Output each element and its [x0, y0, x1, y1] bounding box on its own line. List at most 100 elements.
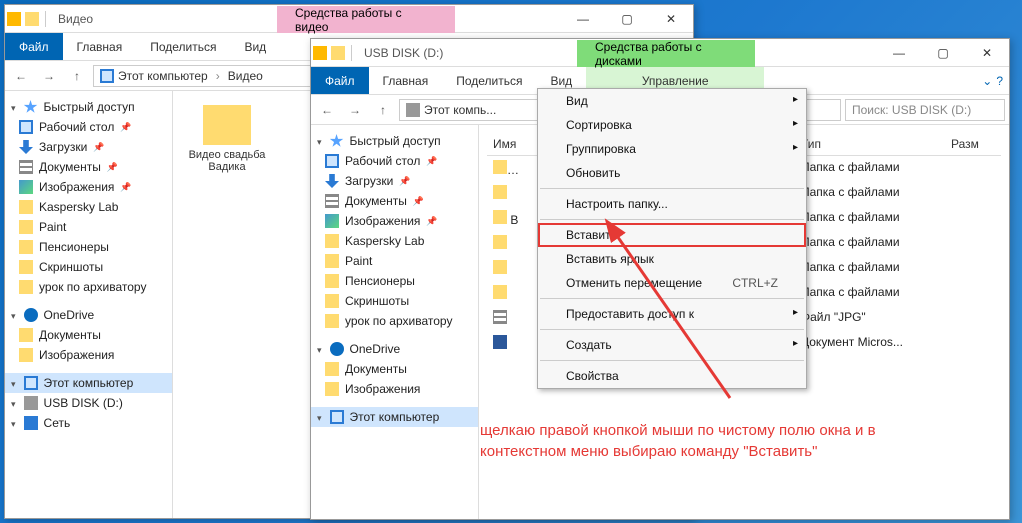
maximize-button[interactable]: ▢ [921, 39, 965, 67]
titlebar: Видео Средства работы с видео — ▢ ✕ [5, 5, 693, 33]
doc-icon [493, 310, 507, 324]
nav-item[interactable]: урок по архиватору [311, 311, 478, 331]
tab-share[interactable]: Поделиться [442, 67, 536, 94]
col-type[interactable]: Тип [795, 133, 945, 155]
nav-item[interactable]: Kaspersky Lab [311, 231, 478, 251]
nav-images[interactable]: Изображения📌 [5, 177, 172, 197]
nav-pane: Быстрый доступ Рабочий стол📌 Загрузки📌 Д… [311, 125, 479, 519]
cloud-icon [24, 308, 38, 322]
up-button[interactable]: ↑ [371, 98, 395, 122]
nav-pc[interactable]: Этот компьютер [5, 373, 172, 393]
crumb-item[interactable]: Этот компьютер [118, 69, 208, 83]
context-tab-video[interactable]: Средства работы с видео [277, 6, 455, 33]
nav-item[interactable]: Kaspersky Lab [5, 197, 172, 217]
nav-item[interactable]: Пенсионеры [311, 271, 478, 291]
star-icon [24, 100, 38, 114]
nav-item[interactable]: Документы [5, 325, 172, 345]
nav-item[interactable]: Изображения [311, 379, 478, 399]
fold-icon [493, 185, 507, 199]
up-button[interactable]: ↑ [65, 64, 89, 88]
nav-quick[interactable]: Быстрый доступ [311, 131, 478, 151]
forward-button[interactable]: → [37, 64, 61, 88]
nav-item[interactable]: Изображения [5, 345, 172, 365]
nav-onedrive[interactable]: OneDrive [5, 305, 172, 325]
menu-item[interactable]: Отменить перемещениеCTRL+Z [538, 271, 806, 295]
menu-separator [540, 329, 804, 330]
menu-item[interactable]: Вставить [538, 223, 806, 247]
close-button[interactable]: ✕ [965, 39, 1009, 67]
nav-quick[interactable]: Быстрый доступ [5, 97, 172, 117]
menu-separator [540, 219, 804, 220]
tab-file[interactable]: Файл [311, 67, 369, 94]
menu-item[interactable]: Группировка [538, 137, 806, 161]
minimize-button[interactable]: — [561, 5, 605, 33]
menu-item[interactable]: Вставить ярлык [538, 247, 806, 271]
nav-pc[interactable]: Этот компьютер [311, 407, 478, 427]
nav-item[interactable]: урок по архиватору [5, 277, 172, 297]
menu-item[interactable]: Предоставить доступ к [538, 302, 806, 326]
nav-usb[interactable]: USB DISK (D:) [5, 393, 172, 413]
nav-downloads[interactable]: Загрузки📌 [5, 137, 172, 157]
forward-button[interactable]: → [343, 98, 367, 122]
window-title: USB DISK (D:) [364, 46, 443, 60]
menu-separator [540, 188, 804, 189]
nav-downloads[interactable]: Загрузки📌 [311, 171, 478, 191]
nav-item[interactable]: Paint [311, 251, 478, 271]
col-name[interactable]: Имя [487, 133, 527, 155]
window-title: Видео [58, 12, 93, 26]
fold-icon [493, 210, 507, 224]
folder-icon [331, 46, 345, 60]
tab-share[interactable]: Поделиться [136, 33, 230, 60]
nav-item[interactable]: Скриншоты [311, 291, 478, 311]
back-button[interactable]: ← [315, 98, 339, 122]
close-button[interactable]: ✕ [649, 5, 693, 33]
fold-icon [493, 285, 507, 299]
menu-item[interactable]: Создать [538, 333, 806, 357]
fold-icon [493, 235, 507, 249]
minimize-button[interactable]: — [877, 39, 921, 67]
menu-separator [540, 298, 804, 299]
menu-separator [540, 360, 804, 361]
titlebar: USB DISK (D:) Средства работы с дисками … [311, 39, 1009, 67]
usb-icon [406, 103, 420, 117]
nav-images[interactable]: Изображения📌 [311, 211, 478, 231]
nav-docs[interactable]: Документы📌 [311, 191, 478, 211]
annotation-text: щелкаю правой кнопкой мыши по чистому по… [480, 420, 960, 462]
menu-item[interactable]: Сортировка [538, 113, 806, 137]
menu-item[interactable]: Настроить папку... [538, 192, 806, 216]
word-icon [493, 335, 507, 349]
nav-item[interactable]: Paint [5, 217, 172, 237]
crumb-item[interactable]: Видео [228, 69, 263, 83]
nav-onedrive[interactable]: OneDrive [311, 339, 478, 359]
tab-view[interactable]: Вид [230, 33, 280, 60]
tab-home[interactable]: Главная [63, 33, 137, 60]
nav-pane: Быстрый доступ Рабочий стол📌 Загрузки📌 Д… [5, 91, 173, 518]
nav-net[interactable]: Сеть [5, 413, 172, 433]
tab-home[interactable]: Главная [369, 67, 443, 94]
menu-item[interactable]: Обновить [538, 161, 806, 185]
tab-file[interactable]: Файл [5, 33, 63, 60]
fold-icon [493, 160, 507, 174]
menu-item[interactable]: Вид [538, 89, 806, 113]
folder-item[interactable]: Видео свадьба Вадика [187, 105, 267, 173]
back-button[interactable]: ← [9, 64, 33, 88]
usb-icon [24, 396, 38, 410]
app-icon [313, 46, 327, 60]
context-tab-disk[interactable]: Средства работы с дисками [577, 40, 755, 67]
nav-desktop[interactable]: Рабочий стол📌 [5, 117, 172, 137]
nav-item[interactable]: Пенсионеры [5, 237, 172, 257]
col-size[interactable]: Разм [945, 133, 985, 155]
fold-icon [493, 260, 507, 274]
menu-item[interactable]: Свойства [538, 364, 806, 388]
app-icon [7, 12, 21, 26]
nav-desktop[interactable]: Рабочий стол📌 [311, 151, 478, 171]
search-input[interactable]: Поиск: USB DISK (D:) [845, 99, 1005, 121]
crumb-item[interactable]: Этот компь... [424, 103, 496, 117]
ribbon-expand[interactable]: ⌄ ? [976, 67, 1009, 94]
window-controls: — ▢ ✕ [877, 39, 1009, 67]
context-menu: ВидСортировкаГруппировкаОбновить Настроит… [537, 88, 807, 389]
nav-item[interactable]: Скриншоты [5, 257, 172, 277]
nav-docs[interactable]: Документы📌 [5, 157, 172, 177]
nav-item[interactable]: Документы [311, 359, 478, 379]
maximize-button[interactable]: ▢ [605, 5, 649, 33]
